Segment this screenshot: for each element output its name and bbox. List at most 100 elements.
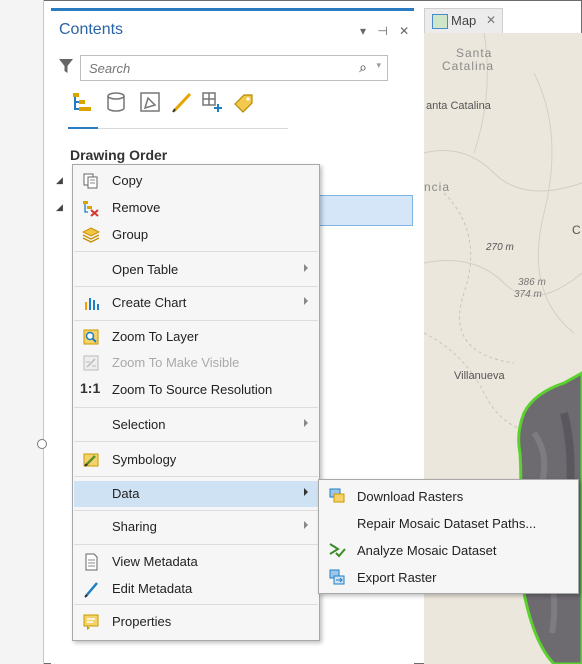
- list-by-labeling-icon[interactable]: [232, 90, 256, 114]
- search-options-chevron-icon[interactable]: ▾: [376, 60, 381, 71]
- map-label-ncia: ncia: [424, 180, 451, 194]
- submenu-arrow-icon: [304, 488, 308, 496]
- copy-icon: [83, 173, 98, 189]
- filter-icon[interactable]: [58, 57, 74, 75]
- properties-icon: [83, 614, 99, 630]
- zoom-to-layer-icon: [83, 329, 99, 345]
- submenu-item-label: Repair Mosaic Dataset Paths...: [357, 516, 537, 531]
- menu-item-label: Properties: [112, 614, 172, 629]
- menu-item-data[interactable]: Data: [74, 481, 318, 507]
- tree-expand-icon[interactable]: ◢: [56, 175, 63, 186]
- list-by-drawing-order-icon[interactable]: [70, 90, 94, 114]
- section-heading: Drawing Order: [70, 147, 168, 163]
- menu-separator: [74, 441, 318, 442]
- menu-separator: [74, 510, 318, 511]
- submenu-arrow-icon: [304, 264, 308, 272]
- menu-item-label: Remove: [112, 200, 161, 215]
- menu-item-create-chart[interactable]: Create Chart: [74, 290, 318, 316]
- list-by-selection-icon[interactable]: [138, 90, 162, 114]
- download-rasters-icon: [329, 488, 345, 503]
- pane-resize-handle[interactable]: [37, 439, 47, 449]
- pane-divider[interactable]: [43, 0, 44, 664]
- menu-item-label: Open Table: [112, 262, 179, 277]
- menu-separator: [74, 604, 318, 605]
- menu-item-label: Data: [112, 486, 140, 501]
- menu-item-label: Zoom To Layer: [112, 329, 199, 344]
- menu-item-label: Group: [112, 227, 149, 242]
- view-metadata-icon: [85, 553, 98, 571]
- pane-title: Contents: [59, 21, 124, 38]
- map-label-elev-386: 386 m: [518, 277, 546, 288]
- menu-item-zoom-to-make-visible[interactable]: Zoom To Make Visible: [74, 350, 318, 376]
- pane-active-indicator: [51, 8, 414, 11]
- pane-window-controls[interactable]: ▾ ⊣ ✕: [360, 24, 413, 38]
- active-view-indicator: [68, 127, 98, 129]
- group-icon: [82, 227, 100, 243]
- submenu-item-export-raster[interactable]: Export Raster: [320, 564, 577, 590]
- remove-icon: [83, 201, 99, 217]
- menu-item-label: Edit Metadata: [112, 581, 193, 596]
- menu-item-label: Zoom To Source Resolution: [112, 382, 273, 397]
- search-input[interactable]: [87, 60, 331, 77]
- submenu-arrow-icon: [304, 521, 308, 529]
- menu-separator: [74, 476, 318, 477]
- search-icon[interactable]: ⌕: [359, 59, 367, 76]
- menu-item-sharing[interactable]: Sharing: [74, 514, 318, 540]
- search-field[interactable]: ⌕ ▾: [80, 55, 388, 81]
- toolbar-rule: [68, 128, 288, 129]
- submenu-arrow-icon: [304, 419, 308, 427]
- map-tab[interactable]: Map ✕: [424, 8, 503, 34]
- menu-item-label: View Metadata: [112, 554, 198, 569]
- submenu-item-download-rasters[interactable]: Download Rasters: [320, 483, 577, 509]
- submenu-item-label: Analyze Mosaic Dataset: [357, 543, 497, 558]
- submenu-item-label: Download Rasters: [357, 489, 464, 504]
- left-gutter: [0, 0, 44, 664]
- layer-context-menu: Copy Remove Group Open Table Create Char…: [72, 164, 320, 641]
- map-label-catalina: Catalina: [442, 59, 495, 73]
- menu-item-edit-metadata[interactable]: Edit Metadata: [74, 576, 318, 602]
- menu-item-zoom-to-source-resolution[interactable]: 1:1 Zoom To Source Resolution: [74, 377, 318, 403]
- menu-separator: [74, 286, 318, 287]
- menu-item-label: Symbology: [112, 452, 177, 467]
- list-by-source-icon[interactable]: [104, 90, 128, 114]
- analyze-icon: [329, 543, 346, 558]
- map-label-santa-catalina: anta Catalina: [426, 100, 491, 112]
- map-label-elev-270: 270 m: [486, 242, 514, 253]
- tree-expand-icon-2[interactable]: ◢: [56, 202, 63, 213]
- submenu-item-repair-mosaic-dataset-paths[interactable]: Repair Mosaic Dataset Paths...: [320, 510, 577, 536]
- menu-item-view-metadata[interactable]: View Metadata: [74, 549, 318, 575]
- submenu-item-analyze-mosaic-dataset[interactable]: Analyze Mosaic Dataset: [320, 537, 577, 563]
- list-by-editing-icon[interactable]: [170, 90, 194, 114]
- menu-separator: [74, 251, 318, 252]
- close-icon[interactable]: ✕: [486, 13, 496, 27]
- menu-item-zoom-to-layer[interactable]: Zoom To Layer: [74, 324, 318, 350]
- map-tab-label: Map: [451, 13, 477, 28]
- map-label-c: C: [572, 223, 581, 237]
- symbology-icon: [83, 453, 99, 467]
- menu-separator: [74, 320, 318, 321]
- menu-item-label: Sharing: [112, 519, 157, 534]
- list-by-snapping-icon[interactable]: [200, 90, 224, 114]
- map-label-santa: Santa: [456, 46, 493, 60]
- contents-view-toolbar: [70, 90, 290, 124]
- export-raster-icon: [329, 569, 345, 585]
- map-icon: [432, 14, 448, 29]
- menu-item-label: Zoom To Make Visible: [112, 355, 240, 370]
- menu-item-symbology[interactable]: Symbology: [74, 447, 318, 473]
- selected-layer-row[interactable]: [318, 195, 413, 226]
- menu-item-remove[interactable]: Remove: [74, 195, 318, 221]
- submenu-arrow-icon: [304, 297, 308, 305]
- submenu-item-label: Export Raster: [357, 570, 437, 585]
- menu-item-label: Create Chart: [112, 295, 187, 310]
- menu-item-group[interactable]: Group: [74, 222, 318, 248]
- menu-separator: [74, 544, 318, 545]
- menu-item-selection[interactable]: Selection: [74, 412, 318, 438]
- data-submenu: Download Rasters Repair Mosaic Dataset P…: [318, 479, 579, 594]
- zoom-to-make-visible-icon: [83, 355, 99, 371]
- edit-metadata-icon: [84, 582, 98, 598]
- menu-item-copy[interactable]: Copy: [74, 168, 318, 194]
- menu-item-label: Copy: [112, 173, 143, 188]
- menu-item-properties[interactable]: Properties: [74, 609, 318, 635]
- menu-item-open-table[interactable]: Open Table: [74, 257, 318, 283]
- menu-item-label: Selection: [112, 417, 166, 432]
